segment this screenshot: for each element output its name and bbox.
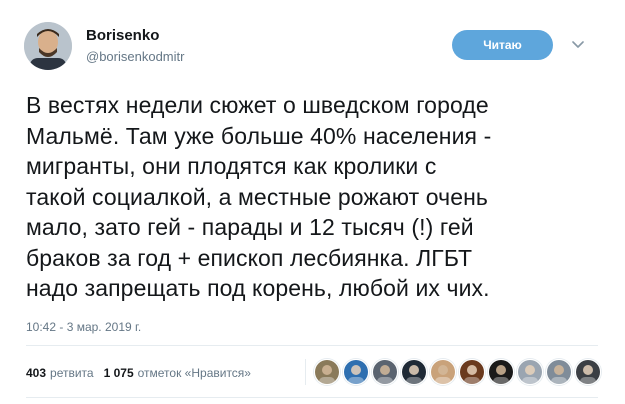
liker-avatar[interactable] bbox=[401, 359, 427, 385]
liker-avatar[interactable] bbox=[546, 359, 572, 385]
author-display-name[interactable]: Borisenko bbox=[86, 27, 159, 44]
author-photo-icon bbox=[24, 22, 72, 70]
liker-avatar[interactable] bbox=[488, 359, 514, 385]
tweet-menu-button[interactable] bbox=[570, 37, 586, 53]
retweets-count: 403 bbox=[26, 366, 47, 380]
liker-avatar-3-icon bbox=[373, 360, 397, 384]
tweet-text: В вестях недели сюжет о шведском городе … bbox=[26, 92, 492, 301]
liker-avatar-2-icon bbox=[344, 360, 368, 384]
liker-avatar[interactable] bbox=[459, 359, 485, 385]
liker-avatar[interactable] bbox=[575, 359, 601, 385]
following-button-label: Читаю bbox=[483, 38, 522, 52]
liker-avatar[interactable] bbox=[517, 359, 543, 385]
likers-avatar-row bbox=[305, 358, 604, 386]
liker-avatar-8-icon bbox=[518, 360, 542, 384]
likers-divider bbox=[305, 359, 306, 385]
liker-avatar-9-icon bbox=[547, 360, 571, 384]
stats-bottom-divider bbox=[26, 397, 598, 398]
author-avatar[interactable] bbox=[24, 22, 72, 70]
liker-avatar[interactable] bbox=[343, 359, 369, 385]
liker-avatar-7-icon bbox=[489, 360, 513, 384]
liker-avatar[interactable] bbox=[314, 359, 340, 385]
liker-avatar-5-icon bbox=[431, 360, 455, 384]
liker-avatar[interactable] bbox=[430, 359, 456, 385]
liker-avatar-6-icon bbox=[460, 360, 484, 384]
retweets-label: ретвита bbox=[50, 366, 94, 380]
likes-stat[interactable]: 1 075 отметок «Нравится» bbox=[104, 366, 251, 380]
liker-avatar[interactable] bbox=[372, 359, 398, 385]
author-handle[interactable]: @borisenkodmitr bbox=[86, 49, 184, 64]
chevron-down-icon bbox=[572, 41, 584, 48]
tweet-timestamp[interactable]: 10:42 - 3 мар. 2019 г. bbox=[26, 320, 141, 334]
liker-avatar-4-icon bbox=[402, 360, 426, 384]
retweets-stat[interactable]: 403 ретвита bbox=[26, 366, 94, 380]
liker-avatar-1-icon bbox=[315, 360, 339, 384]
likes-count: 1 075 bbox=[103, 366, 134, 380]
following-button[interactable]: Читаю bbox=[452, 30, 553, 60]
liker-avatar-10-icon bbox=[576, 360, 600, 384]
stats-top-divider bbox=[26, 345, 598, 346]
likes-label: отметок «Нравится» bbox=[137, 366, 251, 380]
tweet-stats: 403 ретвита 1 075 отметок «Нравится» bbox=[26, 366, 251, 380]
